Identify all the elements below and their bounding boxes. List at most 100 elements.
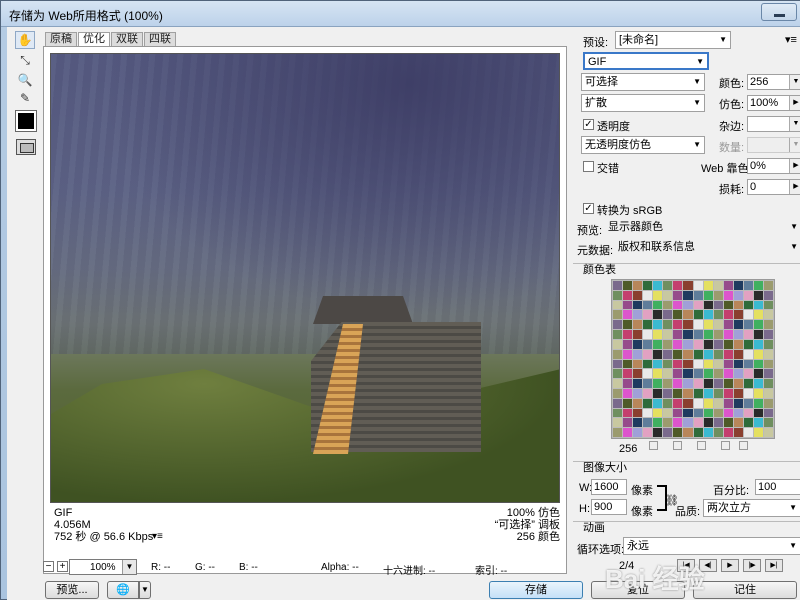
color-swatch[interactable] [733,290,743,300]
transparency-checkbox[interactable]: ✓ [583,119,594,130]
color-swatch[interactable] [633,300,643,310]
color-swatch[interactable] [693,330,703,339]
color-swatch[interactable] [723,281,733,290]
color-swatch[interactable] [613,379,623,388]
color-swatch[interactable] [693,310,703,320]
color-swatch[interactable] [723,398,733,408]
title-bar[interactable]: 存储为 Web所用格式 (100%) [1,1,800,27]
color-swatch[interactable] [713,349,723,359]
color-swatch[interactable] [663,300,673,310]
slice-select-tool-icon[interactable]: ⤡ [15,51,35,69]
metadata-select[interactable]: 版权和联系信息 ▼ [615,239,800,257]
color-swatch[interactable] [713,388,723,398]
color-swatch[interactable] [653,290,663,300]
color-swatch[interactable] [643,290,653,300]
color-swatch[interactable] [743,339,753,349]
color-swatch[interactable] [613,281,623,290]
color-swatch[interactable] [633,349,643,359]
color-swatch[interactable] [723,310,733,320]
color-swatch[interactable] [763,290,773,300]
color-swatch[interactable] [683,290,693,300]
color-swatch[interactable] [643,339,653,349]
color-swatch[interactable] [703,418,713,428]
loop-options-select[interactable]: 永远 ▼ [623,537,800,555]
new-color-icon[interactable] [721,441,730,450]
color-swatch[interactable] [613,339,623,349]
color-swatch[interactable] [743,290,753,300]
color-swatch[interactable] [683,330,693,339]
color-swatch[interactable] [753,379,763,388]
color-swatch[interactable] [673,428,683,437]
color-swatch[interactable] [653,281,663,290]
color-swatch[interactable] [763,388,773,398]
color-swatch[interactable] [753,349,763,359]
color-swatch[interactable] [663,388,673,398]
color-swatch[interactable] [633,281,643,290]
color-swatch[interactable] [693,320,703,330]
color-swatch[interactable] [623,398,633,408]
color-swatch[interactable] [743,330,753,339]
file-format-select[interactable]: GIF ▼ [583,52,709,70]
color-swatch[interactable] [613,300,623,310]
colors-field[interactable]: 256 ▼ [747,74,800,90]
color-swatch[interactable] [673,388,683,398]
color-swatch[interactable] [693,398,703,408]
color-swatch[interactable] [743,398,753,408]
color-swatch[interactable] [623,281,633,290]
color-swatch[interactable] [653,369,663,379]
color-swatch[interactable] [653,300,663,310]
color-swatch[interactable] [673,379,683,388]
color-swatch[interactable] [733,349,743,359]
color-swatch[interactable] [613,428,623,437]
color-swatch[interactable] [623,320,633,330]
color-swatch[interactable] [653,418,663,428]
color-swatch[interactable] [703,349,713,359]
optimized-image-preview[interactable] [50,53,560,503]
color-swatch[interactable] [763,418,773,428]
color-swatch[interactable] [753,330,763,339]
color-swatch[interactable] [673,408,683,418]
color-swatch[interactable] [703,339,713,349]
color-swatch[interactable] [633,379,643,388]
color-swatch[interactable] [643,300,653,310]
color-swatch[interactable] [633,320,643,330]
zoom-in-button[interactable]: + [57,561,68,572]
color-swatch[interactable] [763,310,773,320]
color-swatch[interactable] [753,281,763,290]
color-swatch[interactable] [633,330,643,339]
color-swatch[interactable] [623,388,633,398]
color-swatch[interactable] [753,369,763,379]
color-swatch[interactable] [643,388,653,398]
color-swatch[interactable] [713,330,723,339]
color-swatch[interactable] [683,300,693,310]
tab-4-up[interactable]: 四联 [144,32,176,46]
color-swatch[interactable] [683,369,693,379]
color-swatch[interactable] [683,339,693,349]
color-swatch[interactable] [733,369,743,379]
preview-mode-select[interactable]: 显示器颜色 ▼ [605,219,800,237]
color-swatch[interactable] [613,359,623,369]
color-swatch[interactable] [673,310,683,320]
color-swatch[interactable] [713,359,723,369]
color-swatch[interactable] [623,418,633,428]
preset-select[interactable]: [未命名] ▼ [615,31,731,49]
color-swatch[interactable] [643,408,653,418]
color-swatch[interactable] [683,418,693,428]
color-swatch[interactable] [673,320,683,330]
color-swatch[interactable] [663,418,673,428]
tab-2-up[interactable]: 双联 [111,32,143,46]
color-swatch[interactable] [723,339,733,349]
color-swatch[interactable] [613,398,623,408]
width-field[interactable]: 1600 [591,479,627,495]
color-swatch[interactable] [693,300,703,310]
color-swatch[interactable] [613,388,623,398]
color-swatch[interactable] [623,408,633,418]
web-snap-field[interactable]: 0% ▶ [747,158,800,174]
color-swatch[interactable] [743,408,753,418]
color-swatch[interactable] [753,428,763,437]
color-swatch[interactable] [683,398,693,408]
color-swatch[interactable] [713,428,723,437]
color-swatch[interactable] [683,320,693,330]
color-swatch[interactable] [643,359,653,369]
map-transparent-icon[interactable] [649,441,658,450]
